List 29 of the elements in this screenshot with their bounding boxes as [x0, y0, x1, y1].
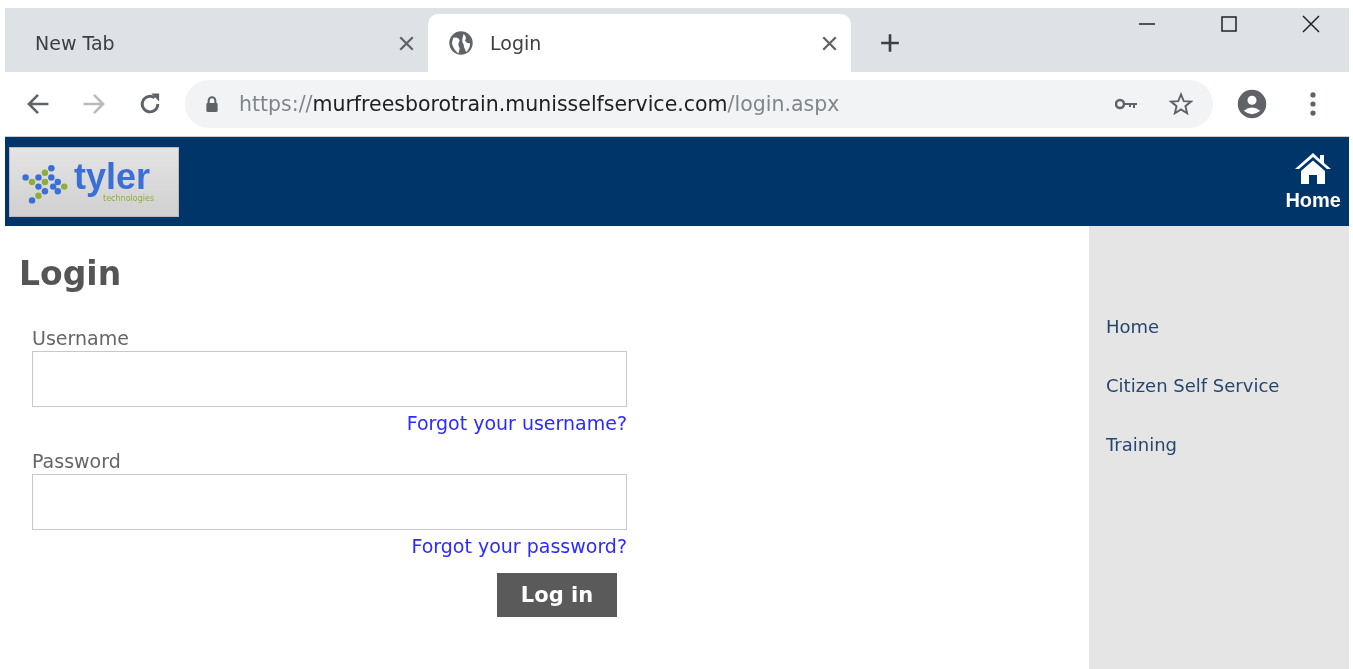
address-bar[interactable]: https://murfreesborotrain.munisselfservice.com/login.aspx	[185, 80, 1213, 128]
star-icon[interactable]	[1169, 92, 1193, 116]
new-tab-icon[interactable]	[879, 32, 901, 54]
home-link[interactable]: Home	[1285, 151, 1341, 212]
forgot-link[interactable]: Forgot your password?	[411, 535, 627, 557]
sidebar-link[interactable]: Home	[1106, 316, 1160, 337]
login-button[interactable]: Log in	[497, 573, 617, 617]
maximize-icon[interactable]	[1219, 14, 1239, 34]
sidebar-link[interactable]: Citizen Self Service	[1106, 375, 1280, 396]
lock-icon	[205, 95, 219, 113]
field-label: Password	[32, 450, 122, 472]
close-window-icon[interactable]	[1301, 14, 1321, 34]
forgot-link[interactable]: Forgot your username?	[406, 412, 627, 434]
browser-tab[interactable]: Login	[428, 14, 851, 72]
field-label: Username	[32, 327, 130, 349]
tab-title: New Tab	[35, 32, 116, 54]
close-tab-icon[interactable]	[822, 35, 837, 51]
input-field[interactable]	[32, 474, 627, 530]
input-field[interactable]	[32, 351, 627, 407]
sidebar-link[interactable]: Training	[1106, 434, 1178, 455]
menu-icon[interactable]	[1309, 91, 1317, 117]
close-tab-icon[interactable]	[399, 35, 414, 51]
page-title: Login	[19, 254, 123, 293]
tab-title: Login	[490, 32, 543, 54]
url-text: https://murfreesborotrain.munisselfservice.com/login.aspx	[239, 92, 840, 116]
profile-icon[interactable]	[1237, 89, 1267, 119]
back-icon[interactable]	[25, 91, 51, 117]
globe-icon	[448, 30, 474, 56]
browser-tab[interactable]: New Tab	[5, 14, 428, 72]
